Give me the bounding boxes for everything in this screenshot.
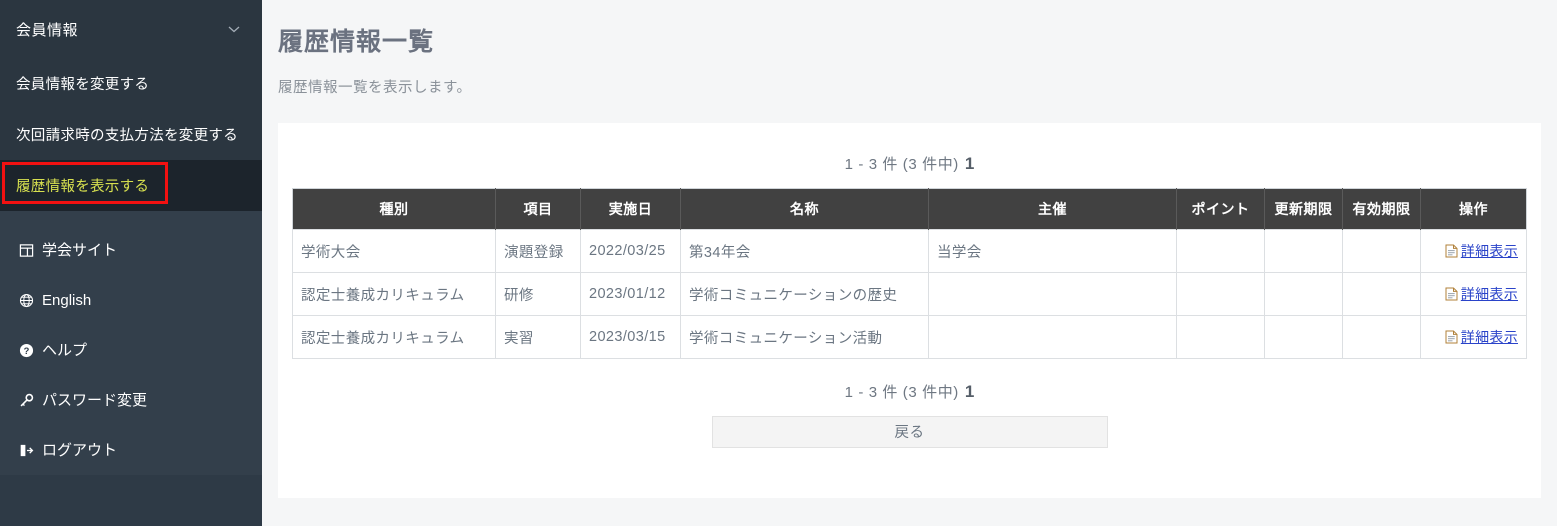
table-header: 種別 項目 実施日 名称 主催 ポイント 更新期限 有効期限 操作 — [292, 188, 1527, 230]
pagination-page-number[interactable]: 1 — [965, 154, 974, 173]
sidebar-item-edit-member-info[interactable]: 会員情報を変更する — [0, 58, 262, 109]
detail-view-link[interactable]: 詳細表示 — [1445, 241, 1518, 261]
page-description: 履歴情報一覧を表示します。 — [278, 80, 472, 96]
detail-view-label: 詳細表示 — [1460, 285, 1518, 302]
column-header-valid-until: 有効期限 — [1342, 188, 1421, 230]
cell-name: 学術コミュニケーションの歴史 — [680, 272, 929, 316]
sidebar-link-label: ログアウト — [42, 441, 118, 459]
column-header-type: 種別 — [292, 188, 496, 230]
history-card: 1 - 3 件 (3 件中) 1 種別 項目 実施日 名称 主催 ポイント 更新… — [278, 123, 1541, 498]
globe-icon — [18, 292, 35, 309]
chevron-down-icon[interactable] — [226, 21, 242, 37]
pagination-bottom: 1 - 3 件 (3 件中) 1 — [292, 359, 1527, 410]
column-header-item: 項目 — [495, 188, 581, 230]
cell-date: 2023/01/12 — [580, 272, 681, 316]
cell-name: 学術コミュニケーション活動 — [680, 315, 929, 359]
sidebar-menu-header[interactable]: 会員情報 — [0, 0, 262, 58]
table-header-row: 種別 項目 実施日 名称 主催 ポイント 更新期限 有効期限 操作 — [292, 188, 1527, 230]
sidebar-link-society-site[interactable]: 学会サイト — [0, 225, 262, 275]
table-row: 認定士養成カリキュラム 研修 2023/01/12 学術コミュニケーションの歴史 — [292, 272, 1527, 316]
cell-type: 学術大会 — [292, 229, 496, 273]
card-inner: 1 - 3 件 (3 件中) 1 種別 項目 実施日 名称 主催 ポイント 更新… — [278, 123, 1541, 448]
cell-valid-until — [1342, 229, 1421, 273]
sidebar-links-group: 学会サイト English ? ヘルプ パスワード変更 ログアウト — [0, 211, 262, 475]
cell-points — [1176, 229, 1265, 273]
cell-date: 2022/03/25 — [580, 229, 681, 273]
cell-item: 研修 — [495, 272, 581, 316]
detail-view-link[interactable]: 詳細表示 — [1445, 284, 1518, 304]
cell-renewal-deadline — [1264, 272, 1343, 316]
cell-item: 実習 — [495, 315, 581, 359]
cell-date: 2023/03/15 — [580, 315, 681, 359]
cell-actions: 詳細表示 — [1420, 229, 1527, 273]
detail-view-label: 詳細表示 — [1460, 328, 1518, 345]
cell-valid-until — [1342, 272, 1421, 316]
pagination-top: 1 - 3 件 (3 件中) 1 — [292, 145, 1527, 188]
back-button-wrap: 戻る — [292, 410, 1527, 448]
column-header-date: 実施日 — [580, 188, 681, 230]
cell-item: 演題登録 — [495, 229, 581, 273]
cell-actions: 詳細表示 — [1420, 315, 1527, 359]
main-content: 履歴情報一覧 履歴情報一覧を表示します。 1 - 3 件 (3 件中) 1 種別… — [262, 0, 1557, 526]
cell-renewal-deadline — [1264, 315, 1343, 359]
sidebar-menu-group: 会員情報 会員情報を変更する 次回請求時の支払方法を変更する 履歴情報を表示する — [0, 0, 262, 211]
document-icon — [1445, 330, 1458, 344]
sidebar-item-label: 会員情報を変更する — [16, 77, 150, 93]
page-header: 履歴情報一覧 履歴情報一覧を表示します。 — [262, 0, 1557, 97]
cell-type: 認定士養成カリキュラム — [292, 272, 496, 316]
svg-text:?: ? — [24, 345, 30, 355]
cell-points — [1176, 315, 1265, 359]
sidebar-menu-header-label: 会員情報 — [16, 21, 79, 39]
sidebar-item-change-payment-method[interactable]: 次回請求時の支払方法を変更する — [0, 109, 262, 160]
detail-view-label: 詳細表示 — [1460, 242, 1518, 259]
sidebar: 会員情報 会員情報を変更する 次回請求時の支払方法を変更する 履歴情報を表示する — [0, 0, 262, 526]
back-button[interactable]: 戻る — [711, 416, 1108, 448]
column-header-organizer: 主催 — [928, 188, 1177, 230]
cell-organizer — [928, 315, 1177, 359]
sidebar-link-logout[interactable]: ログアウト — [0, 425, 262, 475]
sidebar-link-help[interactable]: ? ヘルプ — [0, 325, 262, 375]
page-root: 会員情報 会員情報を変更する 次回請求時の支払方法を変更する 履歴情報を表示する — [0, 0, 1557, 526]
window-icon — [18, 242, 35, 259]
cell-renewal-deadline — [1264, 229, 1343, 273]
column-header-name: 名称 — [680, 188, 929, 230]
pagination-range: 1 - 3 件 (3 件中) — [844, 156, 959, 173]
cell-points — [1176, 272, 1265, 316]
key-icon — [18, 392, 35, 409]
history-table: 種別 項目 実施日 名称 主催 ポイント 更新期限 有効期限 操作 学術大会 演… — [292, 188, 1527, 359]
page-title: 履歴情報一覧 — [278, 28, 435, 56]
table-body: 学術大会 演題登録 2022/03/25 第34年会 当学会 詳細表示 認定士養… — [292, 229, 1527, 359]
sidebar-link-english[interactable]: English — [0, 275, 262, 325]
question-circle-icon: ? — [18, 342, 35, 359]
sidebar-item-label: 次回請求時の支払方法を変更する — [16, 128, 238, 144]
table-row: 認定士養成カリキュラム 実習 2023/03/15 学術コミュニケーション活動 — [292, 315, 1527, 359]
sidebar-link-label: ヘルプ — [42, 341, 88, 359]
cell-valid-until — [1342, 315, 1421, 359]
sidebar-link-label: 学会サイト — [42, 241, 118, 259]
pagination-page-number[interactable]: 1 — [965, 382, 974, 401]
pagination-range: 1 - 3 件 (3 件中) — [844, 384, 959, 401]
sidebar-link-label: パスワード変更 — [42, 391, 148, 409]
logout-icon — [18, 442, 35, 459]
table-row: 学術大会 演題登録 2022/03/25 第34年会 当学会 詳細表示 — [292, 229, 1527, 273]
column-header-points: ポイント — [1176, 188, 1265, 230]
cell-organizer — [928, 272, 1177, 316]
column-header-actions: 操作 — [1420, 188, 1527, 230]
sidebar-item-label: 履歴情報を表示する — [16, 179, 150, 195]
document-icon — [1445, 287, 1458, 301]
cell-organizer: 当学会 — [928, 229, 1177, 273]
column-header-renewal-deadline: 更新期限 — [1264, 188, 1343, 230]
sidebar-link-label: English — [42, 291, 92, 309]
detail-view-link[interactable]: 詳細表示 — [1445, 327, 1518, 347]
cell-name: 第34年会 — [680, 229, 929, 273]
sidebar-link-change-password[interactable]: パスワード変更 — [0, 375, 262, 425]
sidebar-item-show-history[interactable]: 履歴情報を表示する — [0, 160, 262, 211]
cell-type: 認定士養成カリキュラム — [292, 315, 496, 359]
cell-actions: 詳細表示 — [1420, 272, 1527, 316]
document-icon — [1445, 244, 1458, 258]
